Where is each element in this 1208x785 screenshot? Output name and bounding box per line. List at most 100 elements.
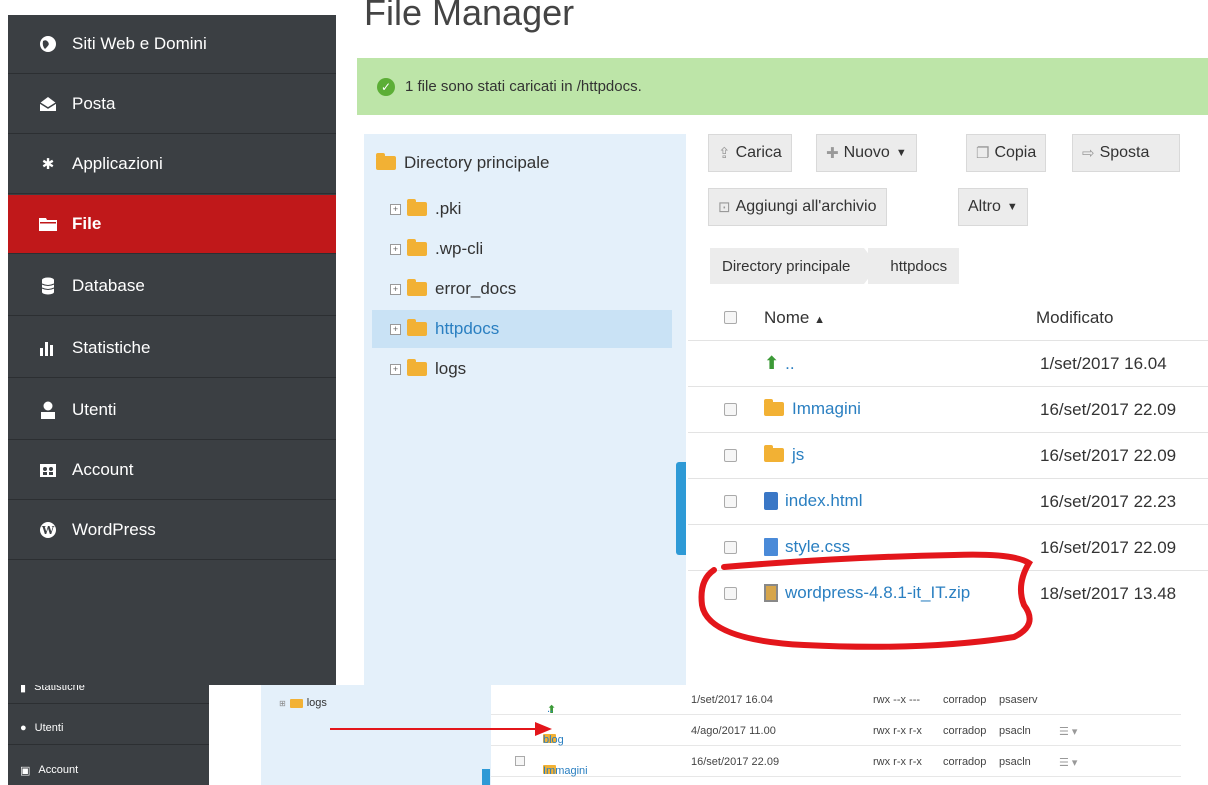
account-icon [38,460,58,480]
tree-item[interactable]: + error_docs [374,270,516,308]
inset-sidebar-label: Account [38,764,79,776]
panel-splitter[interactable] [676,462,686,555]
table-row[interactable]: Immagini 16/set/2017 22.09 [688,386,1208,432]
row-checkbox[interactable] [724,449,737,462]
expand-icon[interactable]: + [390,323,401,335]
breadcrumb-item[interactable]: httpdocs [868,248,960,284]
row-checkbox[interactable] [724,495,737,508]
inset-file-owner: corradop [943,756,987,768]
select-all-checkbox[interactable] [724,311,737,324]
tree-item[interactable]: + .wp-cli [374,230,483,268]
more-button[interactable]: Altro ▼ [958,188,1028,226]
sidebar-item-account[interactable]: Account [8,441,336,500]
account-icon: ▣ [20,764,31,777]
move-button[interactable]: ⇨ Sposta [1072,134,1180,172]
file-list-panel: ⇪ Carica ✚ Nuovo ▼ ❐ Copia ⇨ Sposta ⊡ Ag… [688,134,1208,685]
html-file-icon [764,492,778,510]
row-checkbox[interactable] [724,587,737,600]
inset-splitter [482,769,490,785]
column-name-label: Nome [764,308,810,327]
file-name[interactable]: ⬆ .. [764,353,795,374]
column-modified-header[interactable]: Modificato [1036,308,1113,328]
sidebar-item-label: Utenti [72,400,117,419]
inset-file-perms: rwx --x --- [873,694,921,706]
tree-item-selected[interactable]: + httpdocs [372,310,672,348]
inset-file-owner: corradop [943,694,987,706]
sidebar-item-label: Applicazioni [72,154,163,173]
sidebar-item-utenti[interactable]: Utenti [8,381,336,440]
sidebar-item-posta[interactable]: Posta [8,75,336,134]
folder-icon [407,319,427,336]
row-checkbox[interactable] [724,541,737,554]
file-modified: 16/set/2017 22.09 [1040,538,1177,557]
zip-file-icon [764,584,778,602]
add-to-archive-button[interactable]: ⊡ Aggiungi all'archivio [708,188,887,226]
folder-icon [289,698,303,708]
inset-tree: ⊞ logs [261,685,491,785]
user-icon [38,400,58,420]
file-modified: 16/set/2017 22.09 [1040,400,1177,419]
inset-file-modified: 4/ago/2017 11.00 [691,725,776,737]
table-row[interactable]: style.css 16/set/2017 22.09 [688,524,1208,570]
chevron-down-icon: ▼ [895,147,907,159]
inset-row[interactable]: ⬆ .. 1/set/2017 16.04 rwx --x --- corrad… [491,685,1181,716]
inset-sidebar-item[interactable]: ▮ Statistiche [8,685,209,704]
breadcrumb-item[interactable]: Directory principale [710,248,879,284]
sidebar-item-database[interactable]: Database [8,257,336,316]
inset-tree-item[interactable]: ⊞ logs [279,697,327,709]
expand-icon[interactable]: + [390,283,401,295]
breadcrumb-label: Directory principale [722,257,851,275]
sidebar-item-siti-web[interactable]: Siti Web e Domini [8,15,336,74]
expand-icon: ⊞ [279,698,286,708]
sidebar-item-file[interactable]: File [8,195,336,254]
tree-item[interactable]: + logs [374,350,466,388]
column-name-header[interactable]: Nome ▲ [764,308,825,328]
file-modified: 1/set/2017 16.04 [1040,354,1167,373]
mail-icon [38,94,58,114]
new-button[interactable]: ✚ Nuovo ▼ [816,134,917,172]
new-label: Nuovo [843,144,890,161]
copy-button[interactable]: ❐ Copia [966,134,1047,172]
file-name[interactable]: Immagini [764,399,861,419]
svg-text:W: W [41,524,55,537]
row-menu-icon[interactable]: ☰ ▾ [1059,756,1077,769]
row-menu-icon[interactable]: ☰ ▾ [1059,725,1077,738]
inset-sidebar-item[interactable]: ● Utenti [8,712,209,745]
expand-icon[interactable]: + [390,203,401,215]
sidebar-item-statistiche[interactable]: Statistiche [8,319,336,378]
sidebar-item-wordpress[interactable]: W WordPress [8,501,336,560]
expand-icon[interactable]: + [390,363,401,375]
bar-chart-icon [38,338,58,358]
folder-icon [407,239,427,256]
file-name[interactable]: wordpress-4.8.1-it_IT.zip [764,583,970,603]
sidebar-item-label: Siti Web e Domini [72,34,207,53]
tree-item[interactable]: + .pki [374,190,461,228]
inset-file-name-label: blog [543,734,564,746]
inset-row[interactable]: Immagini 16/set/2017 22.09 rwx r-x r-x c… [491,747,1181,777]
row-checkbox[interactable] [724,403,737,416]
file-name[interactable]: index.html [764,491,862,511]
inset-file-group: psacln [999,725,1031,737]
folder-icon [407,199,427,216]
sidebar-item-label: Posta [72,94,116,113]
inset-row[interactable]: blog 4/ago/2017 11.00 rwx r-x r-x corrad… [491,716,1181,746]
table-row[interactable]: ⬆ .. 1/set/2017 16.04 [688,340,1208,386]
table-row[interactable]: wordpress-4.8.1-it_IT.zip 18/set/2017 13… [688,570,1208,616]
upload-button[interactable]: ⇪ Carica [708,134,792,172]
inset-sidebar-item[interactable]: ▣ Account [8,754,209,785]
file-name[interactable]: js [764,445,804,465]
check-icon: ✓ [377,77,395,96]
table-row[interactable]: index.html 16/set/2017 22.23 [688,478,1208,524]
tree-item-label: error_docs [435,279,517,298]
wordpress-icon: W [38,520,58,540]
inset-sidebar: ▮ Statistiche ● Utenti ▣ Account [8,685,209,785]
sidebar-item-label: Account [72,460,134,479]
row-checkbox[interactable] [515,756,525,766]
sidebar-item-applicazioni[interactable]: ✱ Applicazioni [8,135,336,194]
tree-root[interactable]: Directory principale [376,144,550,182]
file-name[interactable]: style.css [764,537,850,557]
sidebar-item-label: File [72,214,102,233]
table-row[interactable]: js 16/set/2017 22.09 [688,432,1208,478]
folder-icon [764,399,784,416]
expand-icon[interactable]: + [390,243,401,255]
